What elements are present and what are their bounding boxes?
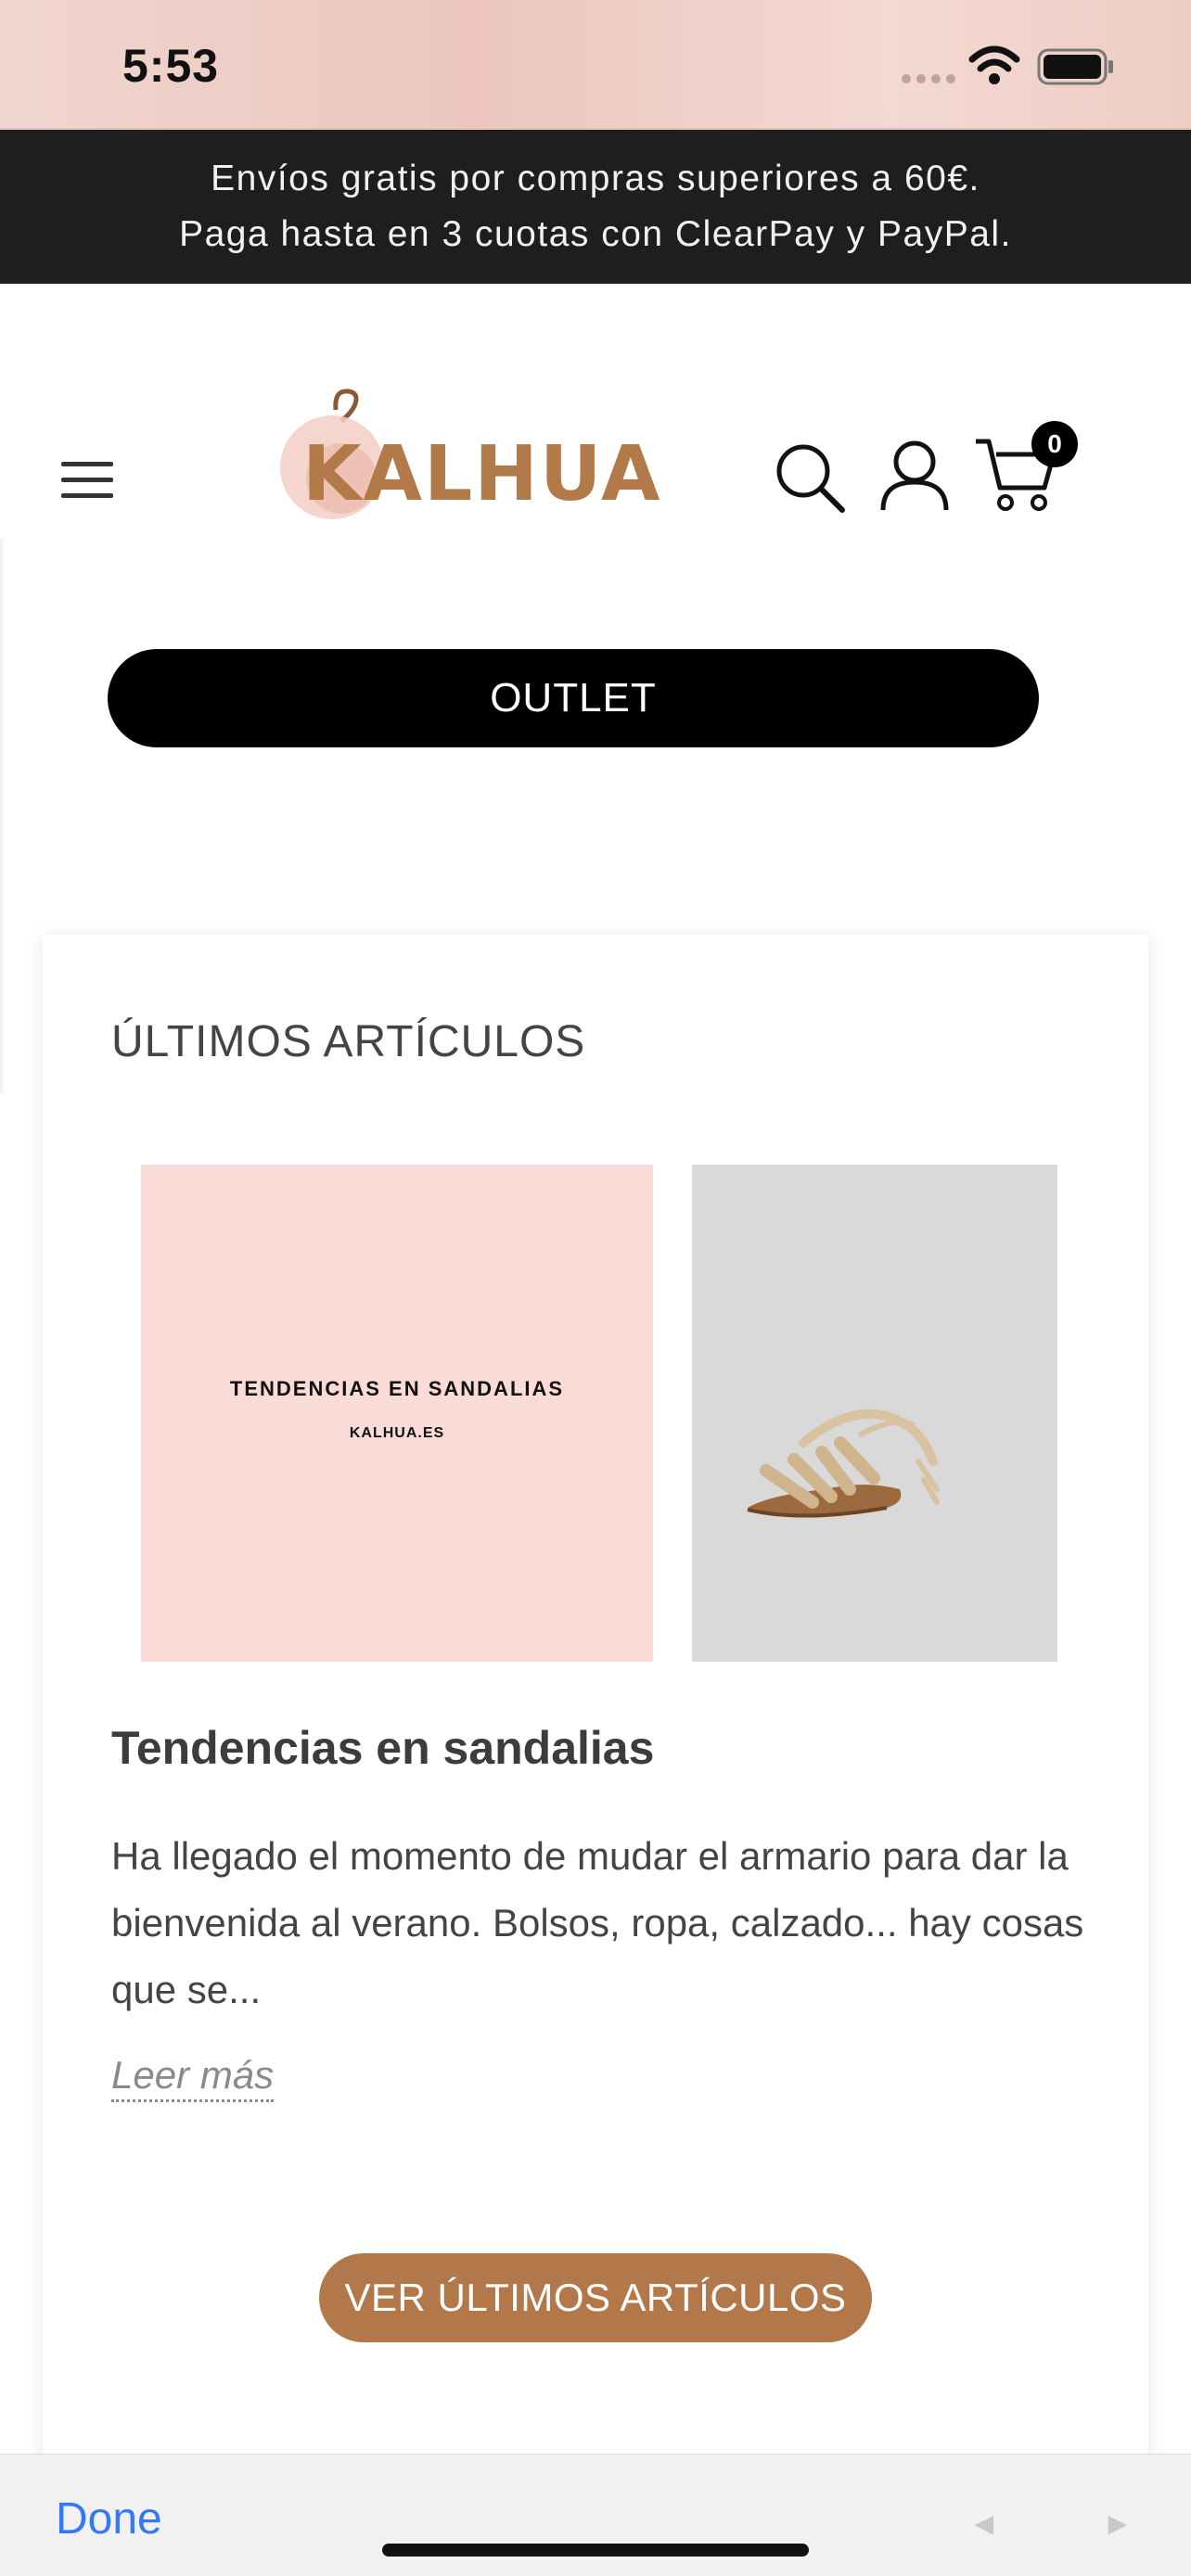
keyboard-toolbar: Done ◄ ► <box>0 2454 1191 2576</box>
wifi-icon <box>968 45 1020 84</box>
article-image-banner[interactable]: TENDENCIAS EN SANDALIAS KALHUA.ES <box>141 1165 653 1662</box>
banner-title-text: TENDENCIAS EN SANDALIAS <box>229 1377 565 1400</box>
next-arrow-icon[interactable]: ► <box>1102 2506 1133 2543</box>
announcement-line-payments: Paga hasta en 3 cuotas con ClearPay y Pa… <box>179 214 1012 254</box>
outlet-button[interactable]: OUTLET <box>108 649 1039 747</box>
battery-icon <box>1037 48 1113 85</box>
done-button[interactable]: Done <box>56 2493 162 2544</box>
site-header: KALHUA 0 <box>0 284 1191 562</box>
read-more-link[interactable]: Leer más <box>111 2053 275 2102</box>
banner-site-text: KALHUA.ES <box>349 1425 445 1441</box>
article-title[interactable]: Tendencias en sandalias <box>111 1721 654 1775</box>
drawer-edge-shadow <box>0 538 6 1094</box>
announcement-line-shipping: Envíos gratis por compras superiores a 6… <box>211 159 980 198</box>
announcement-bar: Envíos gratis por compras superiores a 6… <box>0 130 1191 284</box>
sandal-icon <box>747 1409 940 1518</box>
view-latest-articles-button[interactable]: VER ÚLTIMOS ARTÍCULOS <box>319 2253 872 2342</box>
home-indicator[interactable] <box>382 2544 809 2557</box>
user-icon[interactable] <box>877 438 952 512</box>
cellular-signal-icon <box>902 74 955 83</box>
cart-count-badge: 0 <box>1031 421 1078 467</box>
logo-text: KALHUA <box>302 430 662 518</box>
latest-articles-section: ÚLTIMOS ARTÍCULOS TENDENCIAS EN SANDALIA… <box>43 935 1148 2511</box>
status-time: 5:53 <box>122 40 220 92</box>
previous-arrow-icon[interactable]: ◄ <box>968 2506 1000 2543</box>
logo[interactable]: KALHUA <box>271 376 660 543</box>
search-icon[interactable] <box>774 441 848 516</box>
section-title: ÚLTIMOS ARTÍCULOS <box>111 1017 586 1066</box>
menu-icon[interactable] <box>61 462 113 499</box>
article-image-sandal[interactable] <box>692 1165 1057 1662</box>
article-excerpt: Ha llegado el momento de mudar el armari… <box>111 1834 1084 2011</box>
status-bar: 5:53 <box>0 0 1191 130</box>
